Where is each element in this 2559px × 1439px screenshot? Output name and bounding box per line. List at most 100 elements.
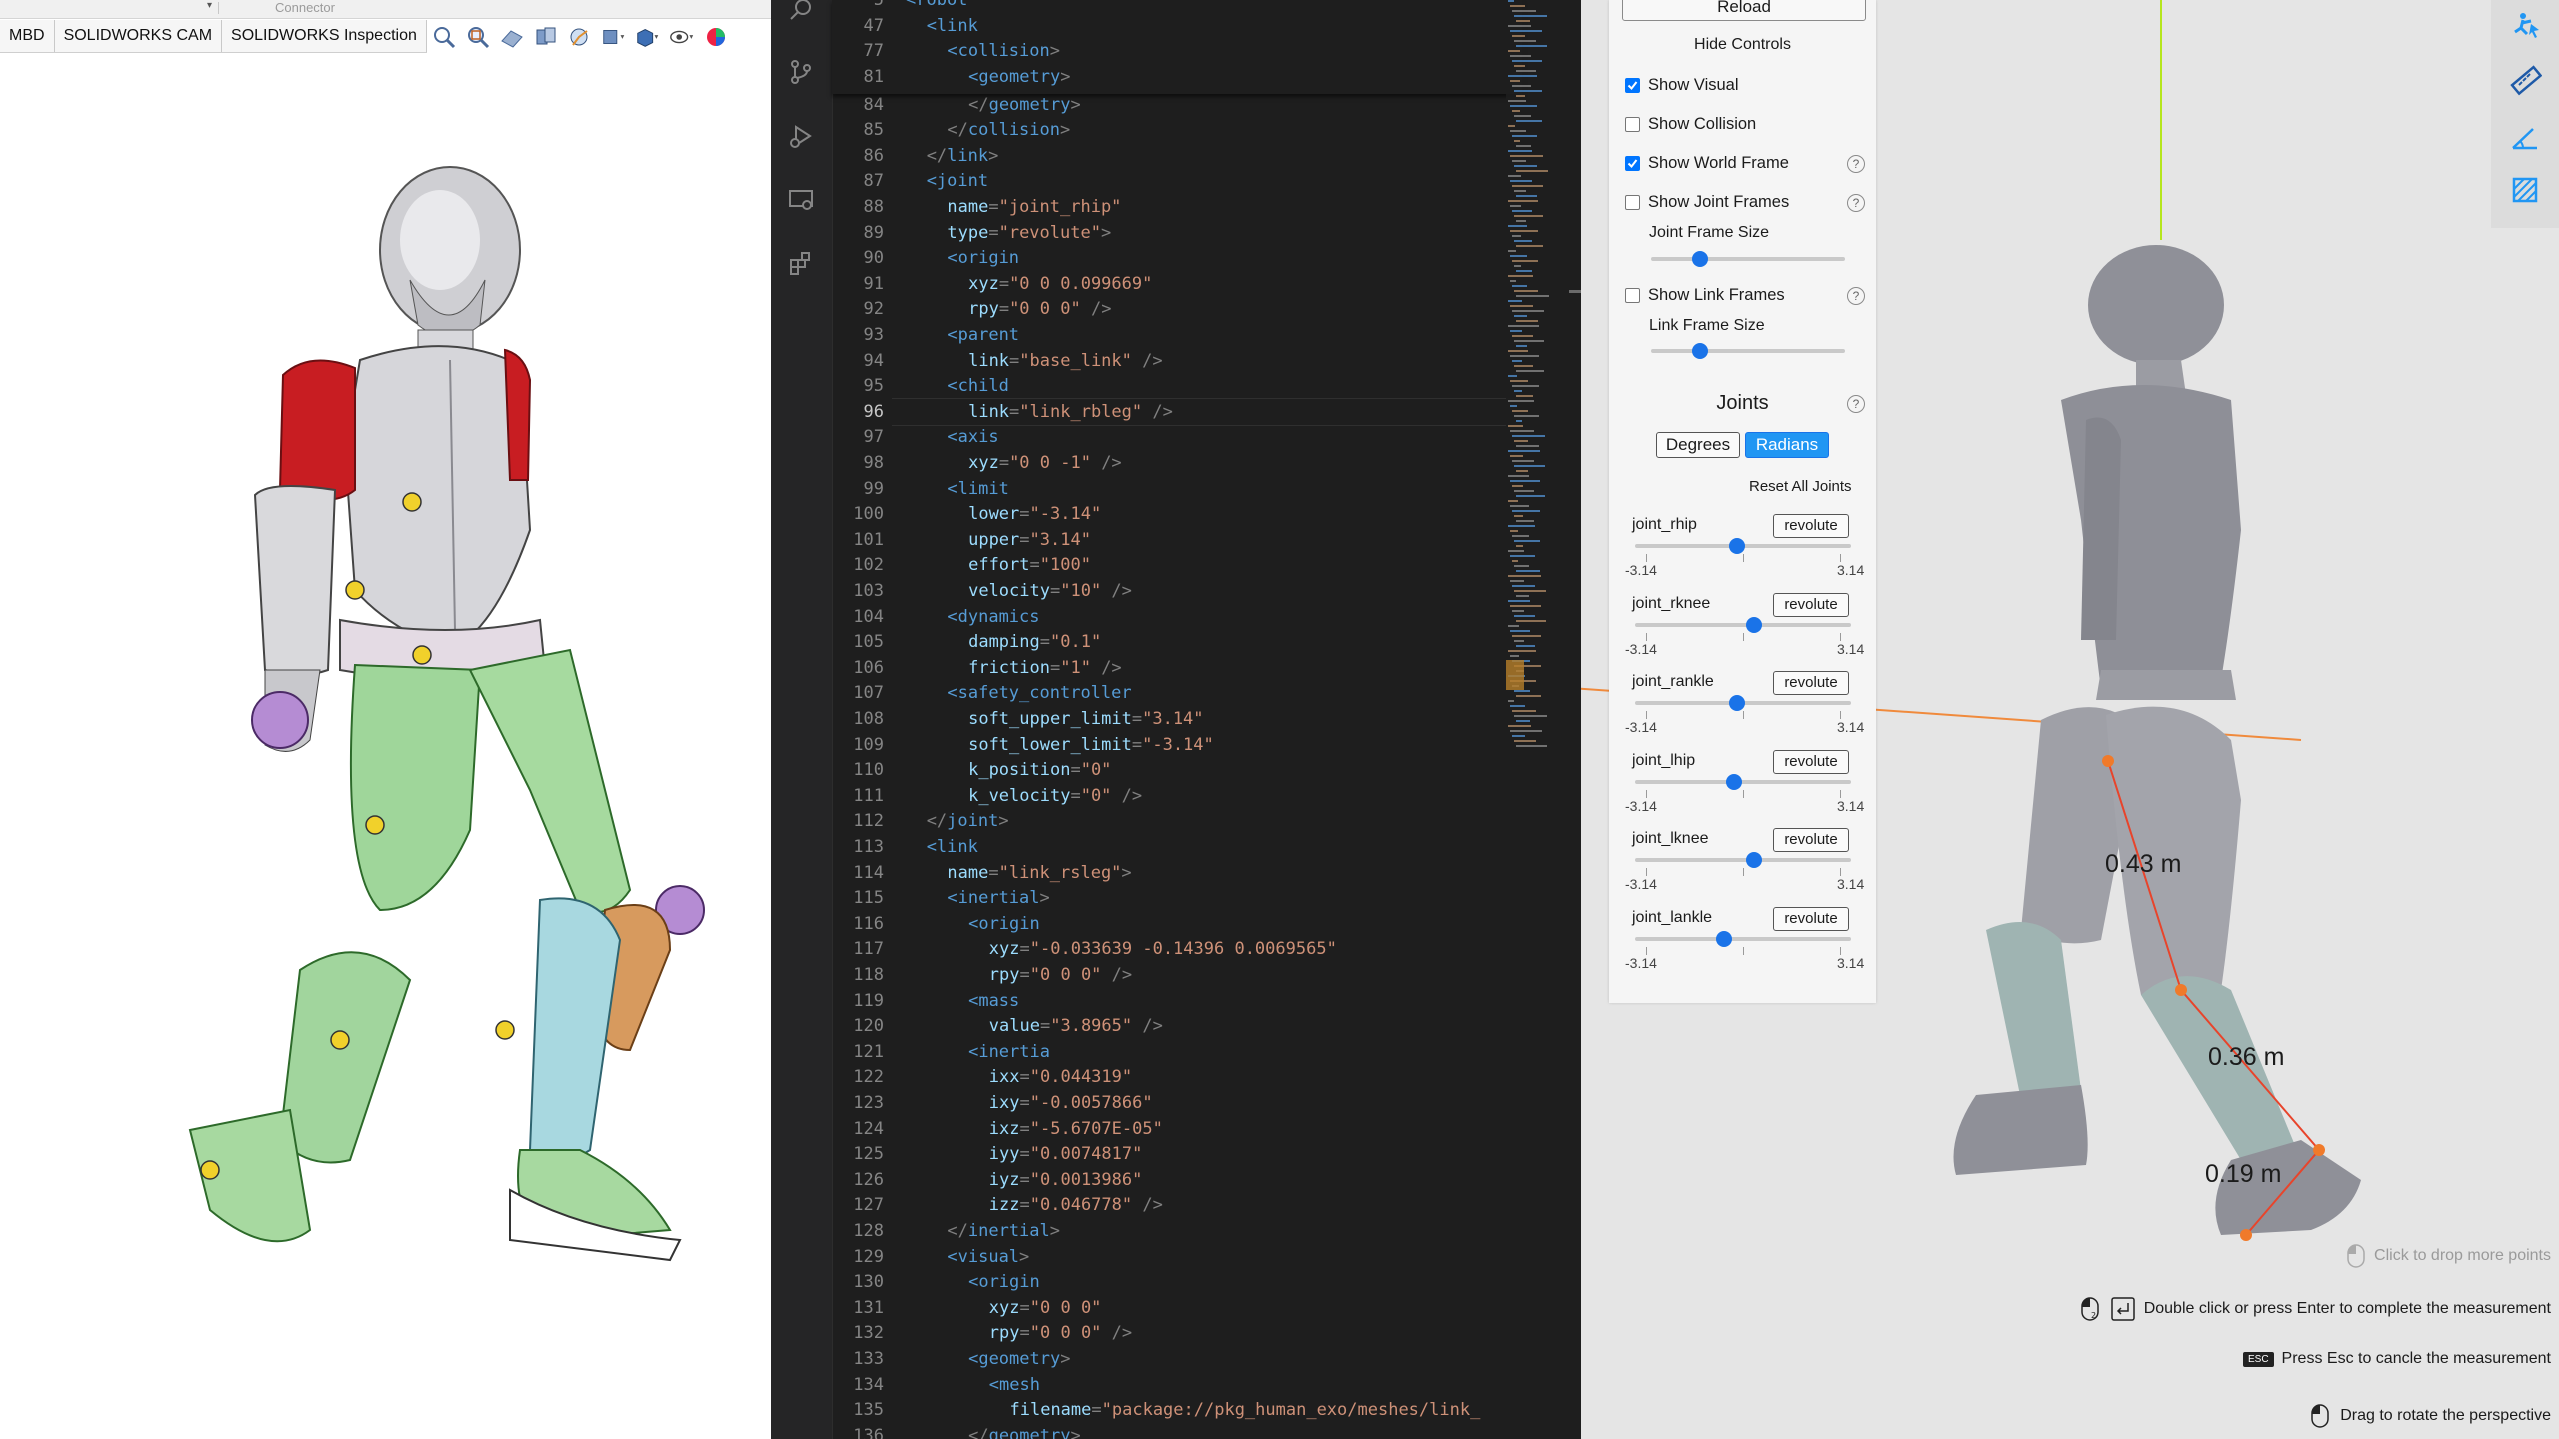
- area-measure-icon[interactable]: [2505, 170, 2545, 210]
- remote-explorer-icon[interactable]: [783, 182, 819, 218]
- joint-type-badge[interactable]: revolute: [1773, 592, 1849, 617]
- line-number: 114: [853, 862, 884, 883]
- display-style-icon[interactable]: [634, 23, 662, 51]
- slider-thumb[interactable]: [1728, 538, 1745, 554]
- view-orientation-icon[interactable]: [600, 23, 628, 51]
- link-frame-size-slider[interactable]: [1651, 343, 1845, 359]
- tab-mbd[interactable]: MBD: [0, 20, 55, 52]
- dynamic-annotation-icon[interactable]: [566, 23, 594, 51]
- line-number: 100: [853, 504, 884, 525]
- world-frame-help-icon[interactable]: ?: [1847, 155, 1865, 173]
- ruler-icon[interactable]: [2505, 60, 2545, 100]
- scrollbar-thumb[interactable]: [1569, 290, 1581, 293]
- joint-min-label: -3.14: [1625, 797, 1657, 814]
- joint-frame-size-label: Joint Frame Size: [1649, 224, 1770, 241]
- radians-toggle-button[interactable]: Radians: [1745, 432, 1829, 458]
- joint-angle-slider[interactable]: [1635, 538, 1851, 554]
- extensions-icon[interactable]: [783, 246, 819, 282]
- line-number: 119: [853, 990, 884, 1011]
- code-line: soft_lower_limit="-3.14": [968, 734, 1214, 755]
- joint-min-label: -3.14: [1625, 719, 1657, 736]
- line-number: 91: [863, 273, 884, 294]
- reload-button[interactable]: Reload: [1622, 0, 1866, 21]
- line-number: 115: [853, 888, 884, 909]
- line-number: 84: [863, 94, 884, 115]
- code-line: value="3.8965" />: [988, 1016, 1163, 1037]
- line-number: 97: [863, 427, 884, 448]
- code-line: type="revolute">: [947, 222, 1112, 243]
- complete-text: Double click or press Enter to complete …: [2143, 1300, 2551, 1317]
- slider-thumb[interactable]: [1728, 695, 1745, 712]
- show-collision-checkbox[interactable]: [1625, 116, 1640, 132]
- joint-type-badge[interactable]: revolute: [1773, 514, 1849, 538]
- degrees-toggle-button[interactable]: Degrees: [1656, 432, 1740, 458]
- show-visual-checkbox[interactable]: [1625, 77, 1640, 93]
- source-control-icon[interactable]: [783, 54, 819, 90]
- cad-top-hint: Connector: [275, 0, 335, 15]
- exoskeleton-cad-model[interactable]: [150, 150, 710, 1300]
- slider-thumb[interactable]: [1725, 773, 1742, 790]
- hide-controls-link[interactable]: Hide Controls: [1609, 36, 1876, 54]
- code-line: rpy="0 0 0" />: [988, 964, 1133, 985]
- drop-points-hint: Click to drop more points: [2346, 1243, 2551, 1269]
- joint-angle-slider[interactable]: [1635, 616, 1851, 633]
- previous-view-icon[interactable]: [498, 23, 526, 51]
- show-link-frames-checkbox[interactable]: [1625, 287, 1640, 303]
- show-world-frame-checkbox[interactable]: [1625, 155, 1640, 171]
- joint-angle-slider[interactable]: [1635, 852, 1851, 869]
- angle-measure-icon[interactable]: [2505, 117, 2545, 157]
- slider-thumb[interactable]: [1691, 343, 1708, 359]
- show-visual-row[interactable]: Show Visual: [1625, 74, 1739, 96]
- joint-frames-help-icon[interactable]: ?: [1847, 194, 1865, 212]
- joint-type-badge[interactable]: revolute: [1773, 907, 1849, 931]
- show-world-frame-row[interactable]: Show World Frame: [1625, 152, 1789, 174]
- joint-max-label: 3.14: [1837, 876, 1865, 893]
- link-frames-help-icon[interactable]: ?: [1847, 287, 1865, 305]
- show-link-frames-row[interactable]: Show Link Frames: [1625, 284, 1785, 306]
- show-joint-frames-checkbox[interactable]: [1625, 194, 1640, 210]
- joints-help-icon[interactable]: ?: [1847, 395, 1865, 413]
- appearance-icon[interactable]: [702, 23, 730, 51]
- zoom-area-icon[interactable]: [464, 23, 492, 51]
- slider-thumb[interactable]: [1746, 852, 1763, 869]
- show-joint-frames-row[interactable]: Show Joint Frames: [1625, 191, 1789, 213]
- line-number: 127: [853, 1195, 884, 1216]
- joint-type-badge[interactable]: revolute: [1773, 828, 1849, 853]
- zoom-to-fit-icon[interactable]: [430, 23, 458, 51]
- tab-solidworks-inspection[interactable]: SOLIDWORKS Inspection: [221, 20, 427, 52]
- joint-type-badge[interactable]: revolute: [1773, 671, 1849, 696]
- slider-ticks: [1635, 868, 1851, 877]
- reset-all-joints-button[interactable]: Reset All Joints: [1749, 478, 1852, 495]
- sticky-scroll-header[interactable]: 5 47 77 81 <robot <link <collision> <geometry>: [832, 0, 1522, 94]
- hide-show-icon[interactable]: [668, 23, 696, 51]
- configuration-dropdown[interactable]: ▾: [8, 0, 219, 14]
- slider-thumb[interactable]: [1746, 616, 1763, 633]
- joint-angle-slider[interactable]: [1635, 931, 1851, 947]
- select-joint-icon[interactable]: [2505, 6, 2545, 46]
- line-number: 98: [863, 452, 884, 473]
- search-icon[interactable]: [783, 0, 819, 28]
- line-number: 104: [853, 606, 884, 627]
- section-view-icon[interactable]: [532, 23, 560, 51]
- run-debug-icon[interactable]: [783, 118, 819, 154]
- code-text-area[interactable]: </geometry> </collision> </link> <joint name…: [906, 0, 1581, 1439]
- slider-ticks: [1635, 789, 1851, 798]
- show-collision-row[interactable]: Show Collision: [1625, 113, 1756, 135]
- show-visual-label: Show Visual: [1648, 75, 1739, 94]
- joint-row-joint-lknee: joint_lknee revolute -3.14 3.14: [1609, 828, 1876, 908]
- line-number: 117: [853, 939, 884, 960]
- joint-angle-slider[interactable]: [1635, 695, 1851, 712]
- minimap[interactable]: [1506, 0, 1566, 780]
- slider-thumb[interactable]: [1716, 931, 1733, 947]
- joint-min-label: -3.14: [1625, 955, 1657, 971]
- slider-thumb[interactable]: [1691, 251, 1708, 267]
- tab-solidworks-cam[interactable]: SOLIDWORKS CAM: [53, 20, 223, 52]
- code-line: <link: [926, 15, 978, 36]
- joint-type-badge[interactable]: revolute: [1773, 749, 1849, 774]
- code-line: </joint>: [926, 811, 1009, 832]
- joint-frame-size-slider[interactable]: [1651, 251, 1845, 267]
- line-number: 103: [853, 580, 884, 601]
- code-line: ixx="0.044319": [988, 1067, 1133, 1088]
- vertical-scrollbar[interactable]: [1566, 0, 1581, 1439]
- joint-angle-slider[interactable]: [1635, 773, 1851, 790]
